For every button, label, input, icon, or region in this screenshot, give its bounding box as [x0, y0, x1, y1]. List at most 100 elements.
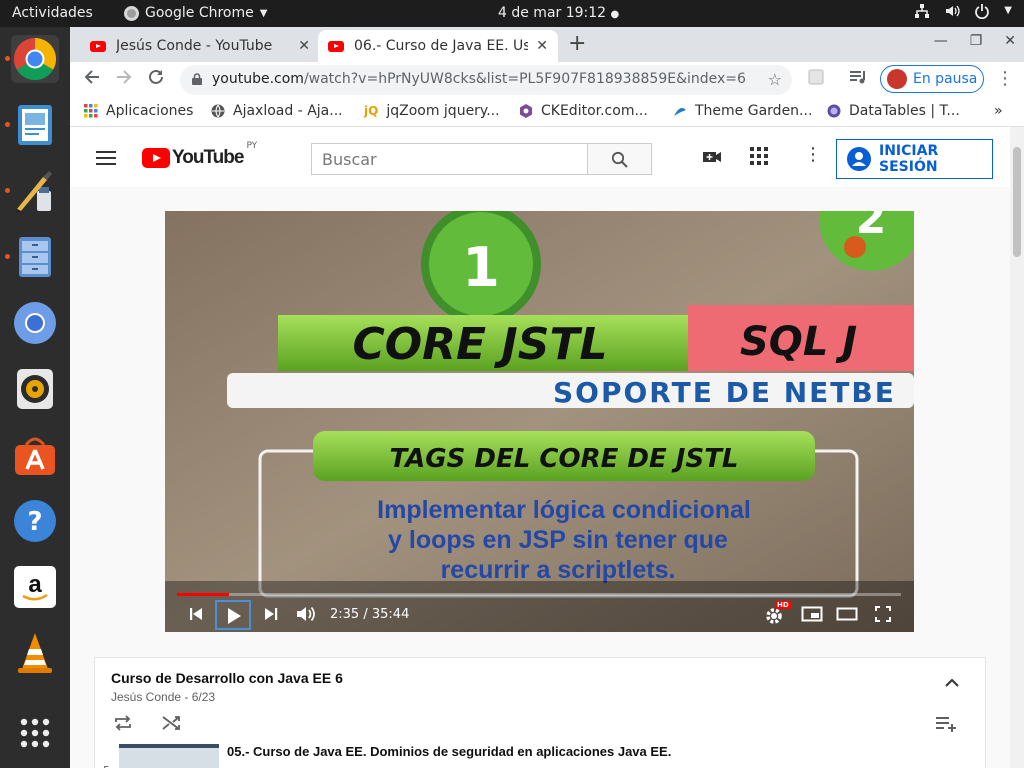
- time-display: 2:35 / 35:44: [330, 607, 409, 622]
- software-center-icon: [15, 437, 55, 475]
- miniplayer-icon: [801, 606, 823, 622]
- tags-label: TAGS DEL CORE DE JSTL: [389, 444, 738, 474]
- system-tray[interactable]: ▼: [914, 3, 1012, 23]
- bookmark-star-icon[interactable]: ☆: [768, 70, 782, 89]
- media-queue-icon[interactable]: [848, 68, 868, 90]
- playlist-item-index: 5: [103, 764, 110, 768]
- video-frame: 1 2 CORE JSTL SQL J SOPORTE DE NETBE TAG…: [165, 211, 914, 632]
- list-item[interactable]: 5 05.- Curso de Java EE. Dominios de seg…: [103, 744, 971, 768]
- chrome-icon: [13, 37, 57, 81]
- dock-chromium[interactable]: [11, 299, 59, 347]
- time-separator: /: [363, 607, 368, 622]
- video-player[interactable]: 1 2 CORE JSTL SQL J SOPORTE DE NETBE TAG…: [165, 211, 914, 632]
- profile-label: En pausa: [913, 71, 978, 87]
- bookmarks-bar: Aplicaciones Ajaxload - Aja... jQ jqZoom…: [70, 98, 1024, 127]
- new-tab-button[interactable]: +: [568, 31, 586, 56]
- reload-button[interactable]: [144, 68, 168, 91]
- playlist-panel: Curso de Desarrollo con Java EE 6 Jesús …: [94, 657, 986, 768]
- settings-more-icon[interactable]: ⋮: [804, 144, 822, 165]
- close-icon[interactable]: ✕: [298, 38, 310, 54]
- bookmark-theme-garden[interactable]: Theme Garden...: [673, 103, 812, 119]
- dock-document-viewer[interactable]: [5, 101, 59, 149]
- browser-toolbar: youtube.com/watch?v=hPrNyUW8cks&list=PL5…: [70, 62, 1024, 98]
- logo-text: YouTube: [172, 147, 244, 168]
- reload-icon: [149, 69, 163, 84]
- profile-button[interactable]: En pausa: [880, 65, 984, 93]
- player-controls: 2:35 / 35:44 HD: [165, 599, 914, 632]
- desc-line-3: recurrir a scriptlets.: [441, 556, 676, 584]
- tab-curso-java[interactable]: 06.- Curso de Java EE. Uso ✕: [318, 30, 558, 62]
- youtube-logo[interactable]: YouTube PY: [142, 141, 257, 169]
- app-menu[interactable]: Google Chrome ▼: [124, 5, 267, 21]
- bookmark-ajaxload[interactable]: Ajaxload - Aja...: [211, 103, 343, 119]
- bookmark-apps[interactable]: Aplicaciones: [84, 103, 193, 119]
- gnome-top-bar: Actividades Google Chrome ▼ 4 de mar 19:…: [0, 0, 1024, 27]
- youtube-favicon-icon: [90, 40, 106, 52]
- search-input[interactable]: Buscar: [311, 143, 588, 175]
- document-viewer-icon: [18, 105, 52, 145]
- bookmark-label: Aplicaciones: [106, 103, 194, 119]
- close-icon[interactable]: ✕: [536, 38, 548, 54]
- power-icon: [974, 3, 990, 23]
- dock-show-apps[interactable]: [11, 709, 59, 757]
- play-button[interactable]: [215, 600, 251, 630]
- shuffle-icon[interactable]: [161, 714, 181, 736]
- apps-icon[interactable]: [750, 147, 768, 169]
- fullscreen-icon: [875, 606, 891, 622]
- create-video-icon[interactable]: [702, 147, 722, 171]
- loop-icon[interactable]: [113, 714, 133, 736]
- dock-drawing-app[interactable]: [5, 167, 59, 215]
- dock-rhythmbox[interactable]: [11, 365, 59, 413]
- tab-jesus-conde[interactable]: Jesús Conde - YouTube ✕: [80, 30, 320, 62]
- close-window-button[interactable]: ✕: [1004, 33, 1016, 49]
- bookmark-jqzoom[interactable]: jQ jqZoom jquery...: [364, 103, 500, 119]
- save-playlist-icon[interactable]: [935, 716, 957, 736]
- running-indicator: [5, 254, 10, 259]
- desc-line-1: Implementar lógica condicional: [377, 496, 751, 524]
- core-jstl-label: CORE JSTL: [352, 319, 607, 370]
- dock-help[interactable]: ?: [11, 497, 59, 545]
- rhythmbox-icon: [17, 369, 53, 409]
- help-icon: ?: [14, 500, 56, 542]
- playlist-title[interactable]: Curso de Desarrollo con Java EE 6: [111, 670, 343, 686]
- youtube-play-logo-icon: [142, 148, 170, 168]
- url-path: /watch?v=hPrNyUW8cks&list=PL5F907F818938…: [303, 71, 746, 87]
- dock-amazon[interactable]: a: [11, 563, 59, 611]
- chevron-up-icon[interactable]: [945, 676, 959, 692]
- back-button[interactable]: [80, 68, 104, 91]
- playlist-item-title: 05.- Curso de Java EE. Dominios de segur…: [227, 744, 672, 759]
- progress-bar[interactable]: [177, 593, 901, 596]
- dock-software-center[interactable]: [11, 431, 59, 479]
- activities-button[interactable]: Actividades: [12, 5, 93, 21]
- menu-icon[interactable]: [96, 151, 116, 169]
- globe-icon: [211, 104, 225, 118]
- bookmark-ckeditor[interactable]: CKEditor.com...: [519, 103, 648, 119]
- file-manager-icon: [19, 237, 51, 277]
- scrollbar-thumb[interactable]: [1013, 147, 1021, 257]
- search-button[interactable]: [587, 143, 652, 175]
- extension-icon[interactable]: [807, 68, 825, 90]
- apps-grid-icon: [84, 104, 98, 118]
- avatar: [887, 69, 907, 89]
- address-bar[interactable]: youtube.com/watch?v=hPrNyUW8cks&list=PL5…: [180, 65, 792, 95]
- tab-strip: Jesús Conde - YouTube ✕ 06.- Curso de Ja…: [70, 27, 1024, 62]
- page-scrollbar[interactable]: [1010, 127, 1024, 768]
- dock-vlc[interactable]: [11, 629, 59, 677]
- bookmark-datatables[interactable]: DataTables | T...: [827, 103, 960, 119]
- arrow-left-icon: [84, 70, 99, 84]
- progress-played: [177, 593, 230, 596]
- dock-file-manager[interactable]: [5, 233, 59, 281]
- jqzoom-icon: jQ: [364, 104, 379, 118]
- sign-in-button[interactable]: INICIAR SESIÓN: [836, 139, 993, 179]
- minimize-button[interactable]: —: [934, 33, 948, 49]
- chrome-menu-icon[interactable]: ⋮: [996, 68, 1014, 89]
- dock-chrome[interactable]: [5, 35, 59, 83]
- maximize-button[interactable]: ❐: [970, 33, 983, 49]
- chrome-window: Jesús Conde - YouTube ✕ 06.- Curso de Ja…: [70, 27, 1024, 768]
- clock[interactable]: 4 de mar 19:12 ●: [498, 5, 619, 21]
- play-icon: [228, 608, 241, 624]
- forward-button[interactable]: [112, 68, 136, 91]
- url-text: youtube.com/watch?v=hPrNyUW8cks&list=PL5…: [212, 71, 746, 87]
- dock: ? a: [0, 27, 70, 768]
- bookmarks-overflow-button[interactable]: »: [994, 103, 1003, 119]
